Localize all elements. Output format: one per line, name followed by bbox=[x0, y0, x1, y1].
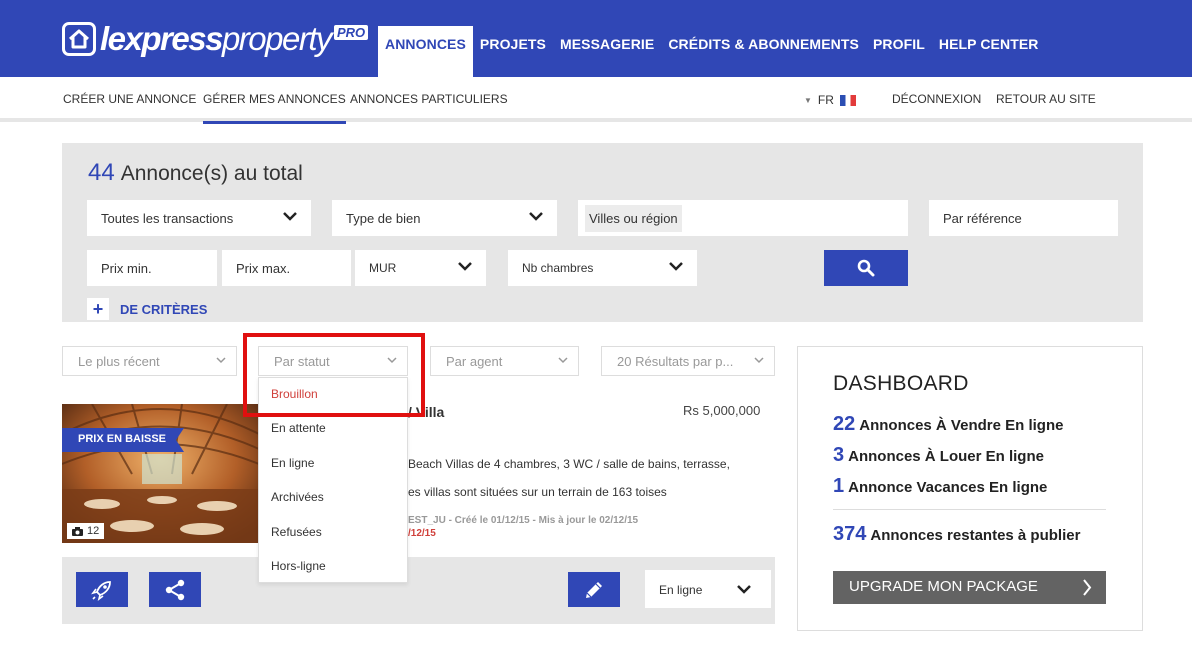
property-type-value: Type de bien bbox=[346, 210, 421, 226]
sort-select[interactable]: Le plus récent bbox=[62, 346, 237, 376]
reference-placeholder: Par référence bbox=[943, 210, 1022, 226]
bedrooms-value: Nb chambres bbox=[522, 261, 594, 275]
per-page-value: 20 Résultats par p... bbox=[617, 354, 734, 369]
share-button[interactable] bbox=[149, 572, 201, 607]
house-logo-icon bbox=[62, 22, 96, 56]
property-type-select[interactable]: Type de bien bbox=[332, 200, 557, 236]
listing-price: Rs 5,000,000 bbox=[683, 403, 761, 418]
price-max-input[interactable]: Prix max. bbox=[222, 250, 351, 286]
dashboard-sale-stat[interactable]: 22 Annonces À Vendre En ligne bbox=[833, 413, 1063, 436]
subnav-create[interactable]: CRÉER UNE ANNONCE bbox=[63, 92, 196, 106]
plus-icon: + bbox=[87, 298, 109, 320]
logo-text: lexpressproperty bbox=[100, 20, 333, 57]
dashboard-remaining-stat: 374 Annonces restantes à publier bbox=[833, 523, 1081, 545]
listing-action-bar: En ligne bbox=[62, 557, 775, 624]
per-page-select[interactable]: 20 Résultats par p... bbox=[601, 346, 775, 376]
share-icon bbox=[165, 579, 185, 600]
chevron-down-icon bbox=[754, 357, 764, 364]
main-nav: ANNONCES PROJETS MESSAGERIE CRÉDITS & AB… bbox=[378, 26, 1046, 77]
chevron-down-icon bbox=[529, 212, 543, 221]
more-criteria-toggle[interactable]: + DE CRITÈRES bbox=[87, 298, 207, 320]
nav-help-center[interactable]: HELP CENTER bbox=[932, 26, 1046, 77]
sub-nav: CRÉER UNE ANNONCE GÉRER MES ANNONCES ANN… bbox=[0, 77, 1192, 124]
photo-count-value: 12 bbox=[87, 525, 100, 537]
bedrooms-select[interactable]: Nb chambres bbox=[508, 250, 697, 286]
language-selector[interactable]: ▼ FR bbox=[804, 93, 856, 107]
price-max-placeholder: Prix max. bbox=[236, 260, 291, 276]
logout-link[interactable]: DÉCONNEXION bbox=[892, 92, 981, 106]
upgrade-package-button[interactable]: UPGRADE MON PACKAGE bbox=[833, 571, 1106, 604]
city-placeholder: Villes ou région bbox=[585, 204, 682, 232]
chevron-down-icon bbox=[737, 585, 751, 594]
chevron-down-icon bbox=[216, 357, 226, 364]
dashboard-holiday-stat[interactable]: 1 Annonce Vacances En ligne bbox=[833, 475, 1047, 498]
price-min-placeholder: Prix min. bbox=[101, 260, 152, 276]
rocket-icon bbox=[91, 580, 111, 601]
reference-input[interactable]: Par référence bbox=[929, 200, 1118, 236]
chevron-down-icon bbox=[669, 262, 683, 271]
listing-status-value: En ligne bbox=[659, 583, 703, 597]
nav-credits[interactable]: CRÉDITS & ABONNEMENTS bbox=[661, 26, 866, 77]
transactions-value: Toutes les transactions bbox=[101, 210, 234, 226]
listing-description-line-1: Beach Villas de 4 chambres, 3 WC / salle… bbox=[408, 457, 730, 471]
subnav-private[interactable]: ANNONCES PARTICULIERS bbox=[350, 92, 508, 106]
nav-projets[interactable]: PROJETS bbox=[473, 26, 553, 77]
listing-meta-date: /12/15 bbox=[408, 528, 436, 539]
france-flag-icon bbox=[839, 94, 856, 106]
dashboard-rent-stat[interactable]: 3 Annonces À Louer En ligne bbox=[833, 444, 1044, 467]
search-icon bbox=[857, 259, 875, 277]
total-count: 44 Annonce(s) au total bbox=[88, 159, 303, 186]
search-button[interactable] bbox=[824, 250, 908, 286]
more-criteria-label: DE CRITÈRES bbox=[120, 301, 208, 317]
listing-status-select[interactable]: En ligne bbox=[645, 570, 771, 608]
site-logo[interactable]: lexpressproperty PRO bbox=[62, 18, 369, 60]
upgrade-label: UPGRADE MON PACKAGE bbox=[849, 578, 1038, 595]
transactions-select[interactable]: Toutes les transactions bbox=[87, 200, 311, 236]
city-input[interactable]: Villes ou région bbox=[578, 200, 908, 236]
chevron-down-icon bbox=[283, 212, 297, 221]
currency-value: MUR bbox=[369, 261, 397, 275]
chevron-down-icon bbox=[458, 262, 472, 271]
status-option-archivees[interactable]: Archivées bbox=[271, 490, 324, 504]
photo-count: 12 bbox=[67, 523, 105, 539]
top-header: lexpressproperty PRO ANNONCES PROJETS ME… bbox=[0, 0, 1192, 77]
dashboard-divider bbox=[833, 509, 1106, 510]
nav-messagerie[interactable]: MESSAGERIE bbox=[553, 26, 661, 77]
status-option-en-attente[interactable]: En attente bbox=[271, 421, 326, 435]
listing-description-line-2: es villas sont situées sur un terrain de… bbox=[408, 485, 667, 499]
logo-pro-tag: PRO bbox=[334, 24, 369, 40]
boost-button[interactable] bbox=[76, 572, 128, 607]
currency-select[interactable]: MUR bbox=[355, 250, 486, 286]
highlight-box bbox=[243, 333, 425, 417]
chevron-right-icon bbox=[1083, 579, 1092, 596]
listing-meta: EST_JU - Créé le 01/12/15 - Mis à jour l… bbox=[408, 515, 639, 526]
agent-value: Par agent bbox=[446, 354, 503, 369]
back-to-site-link[interactable]: RETOUR AU SITE bbox=[996, 92, 1096, 106]
status-option-hors-ligne[interactable]: Hors-ligne bbox=[271, 559, 326, 573]
status-option-en-ligne[interactable]: En ligne bbox=[271, 456, 314, 470]
nav-annonces[interactable]: ANNONCES bbox=[378, 26, 473, 77]
sort-value: Le plus récent bbox=[78, 354, 160, 369]
nav-profil[interactable]: PROFIL bbox=[866, 26, 932, 77]
agent-select[interactable]: Par agent bbox=[430, 346, 579, 376]
search-panel: 44 Annonce(s) au total Toutes les transac… bbox=[62, 143, 1143, 322]
price-min-input[interactable]: Prix min. bbox=[87, 250, 217, 286]
subnav-manage[interactable]: GÉRER MES ANNONCES bbox=[203, 92, 346, 124]
dashboard-panel: DASHBOARD 22 Annonces À Vendre En ligne 3… bbox=[797, 346, 1143, 631]
status-option-refusees[interactable]: Refusées bbox=[271, 525, 322, 539]
price-drop-badge: PRIX EN BAISSE bbox=[62, 428, 185, 452]
edit-button[interactable] bbox=[568, 572, 620, 607]
camera-icon bbox=[72, 526, 83, 536]
chevron-down-icon bbox=[558, 357, 568, 364]
caret-down-icon: ▼ bbox=[804, 95, 812, 105]
dashboard-title: DASHBOARD bbox=[833, 372, 969, 395]
language-label: FR bbox=[817, 93, 834, 107]
pencil-icon bbox=[586, 581, 602, 598]
